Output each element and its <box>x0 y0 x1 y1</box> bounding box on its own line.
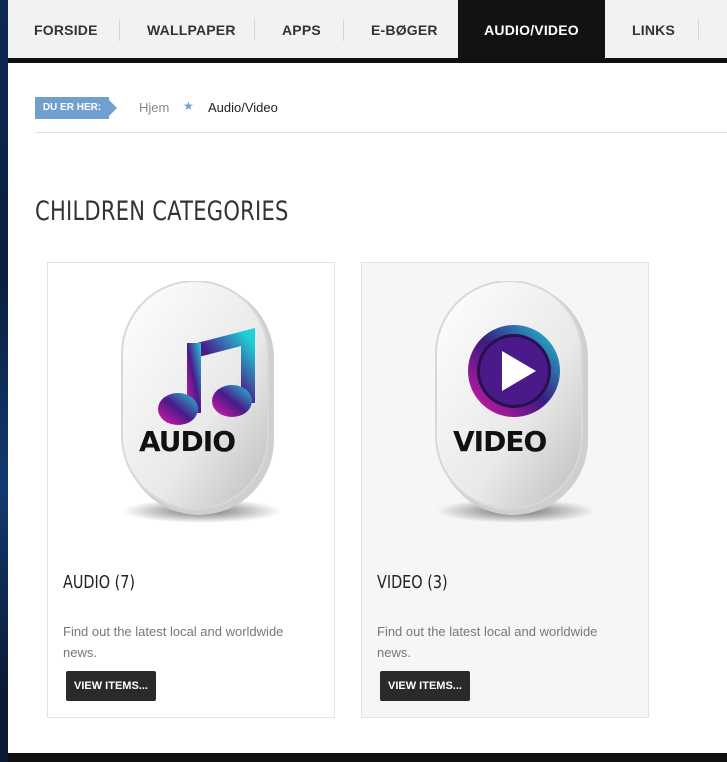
nav-item-audio-video[interactable]: AUDIO/VIDEO <box>458 0 605 58</box>
video-icon-label: VIDEO <box>453 425 547 458</box>
audio-icon-label: AUDIO <box>139 425 236 458</box>
nav-separator <box>119 19 120 41</box>
category-title[interactable]: AUDIO (7) <box>63 572 135 593</box>
footer-bar <box>8 753 727 762</box>
nav-item-links[interactable]: LINKS <box>632 0 675 58</box>
breadcrumb-home-link[interactable]: Hjem <box>139 100 169 115</box>
category-title[interactable]: VIDEO (3) <box>377 572 448 593</box>
category-description: Find out the latest local and worldwide … <box>63 624 284 660</box>
page: FORSIDE WALLPAPER APPS E-BØGER AUDIO/VID… <box>8 0 727 762</box>
breadcrumb-label: DU ER HER: <box>35 97 117 119</box>
background-edge <box>0 0 8 695</box>
category-card-audio: AUDIO AUDIO (7) Find out the latest loca… <box>47 262 335 718</box>
view-items-button[interactable]: VIEW ITEMS... <box>66 671 156 701</box>
nav-item-e-boger[interactable]: E-BØGER <box>371 0 438 58</box>
nav-item-wallpaper[interactable]: WALLPAPER <box>147 0 236 58</box>
audio-icon[interactable] <box>120 280 282 531</box>
breadcrumb-current: Audio/Video <box>208 100 278 115</box>
category-card-video: VIDEO VIDEO (3) Find out the latest loca… <box>361 262 649 718</box>
view-items-button[interactable]: VIEW ITEMS... <box>380 671 470 701</box>
nav-separator <box>254 19 255 41</box>
nav-separator <box>698 19 699 41</box>
divider <box>35 132 727 133</box>
category-description: Find out the latest local and worldwide … <box>377 624 598 660</box>
page-title: CHILDREN CATEGORIES <box>35 196 289 227</box>
nav-item-apps[interactable]: APPS <box>282 0 321 58</box>
breadcrumb-separator-icon: ★ <box>183 99 194 113</box>
nav-item-forside[interactable]: FORSIDE <box>34 0 98 58</box>
main-nav: FORSIDE WALLPAPER APPS E-BØGER AUDIO/VID… <box>8 0 727 63</box>
nav-separator <box>343 19 344 41</box>
video-icon[interactable] <box>434 280 596 531</box>
